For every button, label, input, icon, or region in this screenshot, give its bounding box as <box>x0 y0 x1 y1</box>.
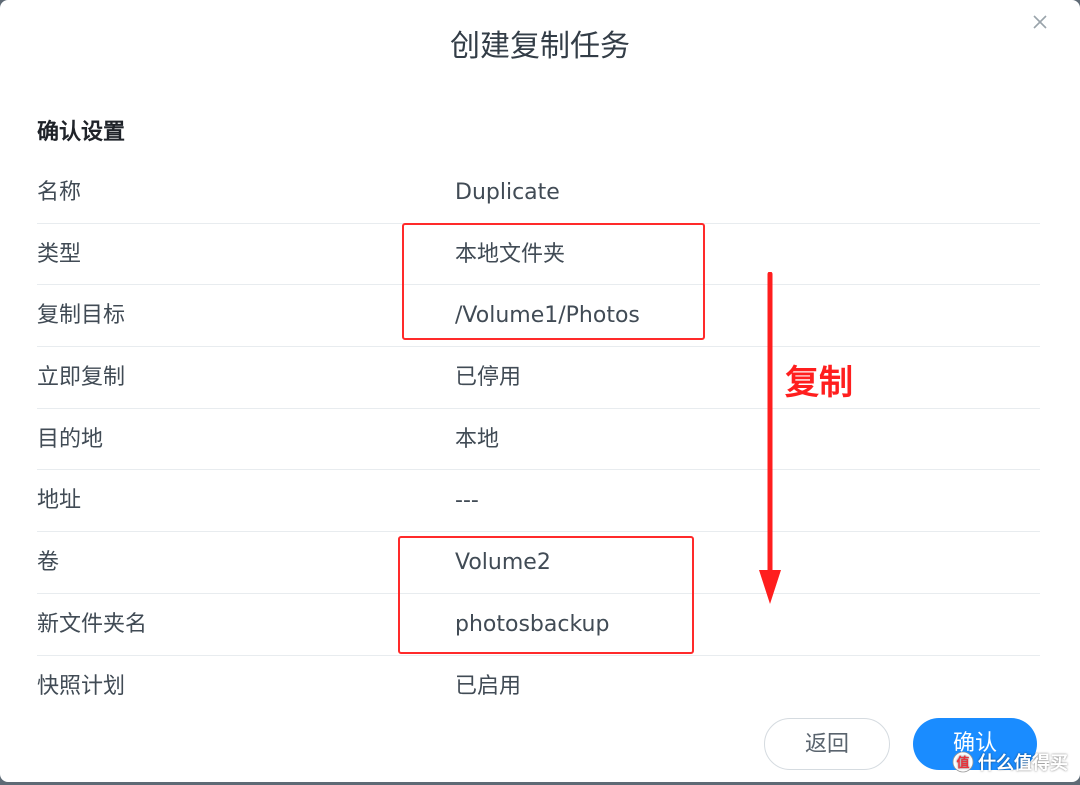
watermark-text: 什么值得买 <box>978 753 1068 774</box>
row-label: 复制目标 <box>37 303 126 329</box>
dialog-title: 创建复制任务 <box>450 29 630 64</box>
settings-row-snapshot: 快照计划 已启用 <box>37 656 1040 718</box>
settings-row-address: 地址 --- <box>37 470 1040 533</box>
svg-text:值: 值 <box>956 755 969 771</box>
annotation-arrow-down-icon <box>759 272 781 604</box>
annotation-box-source <box>402 223 705 340</box>
annotation-label: 复制 <box>785 363 853 403</box>
row-label: 快照计划 <box>37 673 126 699</box>
row-label: 目的地 <box>37 426 104 452</box>
settings-row-destination: 目的地 本地 <box>37 409 1040 471</box>
create-replication-task-dialog: 创建复制任务 确认设置 名称 Duplicate 类型 本地文件夹 复制目标 /… <box>0 0 1080 782</box>
row-label: 卷 <box>37 550 60 576</box>
watermark: 值 什么值得买 <box>952 748 1068 776</box>
row-label: 新文件夹名 <box>37 611 148 637</box>
row-value: 已启用 <box>455 673 522 699</box>
row-value: 本地 <box>455 426 500 452</box>
settings-row-name: 名称 Duplicate <box>37 162 1040 224</box>
row-label: 立即复制 <box>37 365 126 391</box>
smzdm-logo-icon: 值 <box>952 751 974 773</box>
row-value: 已停用 <box>455 365 522 391</box>
row-value: Duplicate <box>455 180 560 205</box>
row-label: 类型 <box>37 241 82 267</box>
annotation-box-target <box>398 536 694 654</box>
back-button[interactable]: 返回 <box>764 718 890 770</box>
settings-row-immediate: 立即复制 已停用 <box>37 347 1040 409</box>
section-title: 确认设置 <box>37 120 126 145</box>
row-value: --- <box>455 488 479 514</box>
row-label: 名称 <box>37 180 82 205</box>
row-label: 地址 <box>37 488 82 514</box>
